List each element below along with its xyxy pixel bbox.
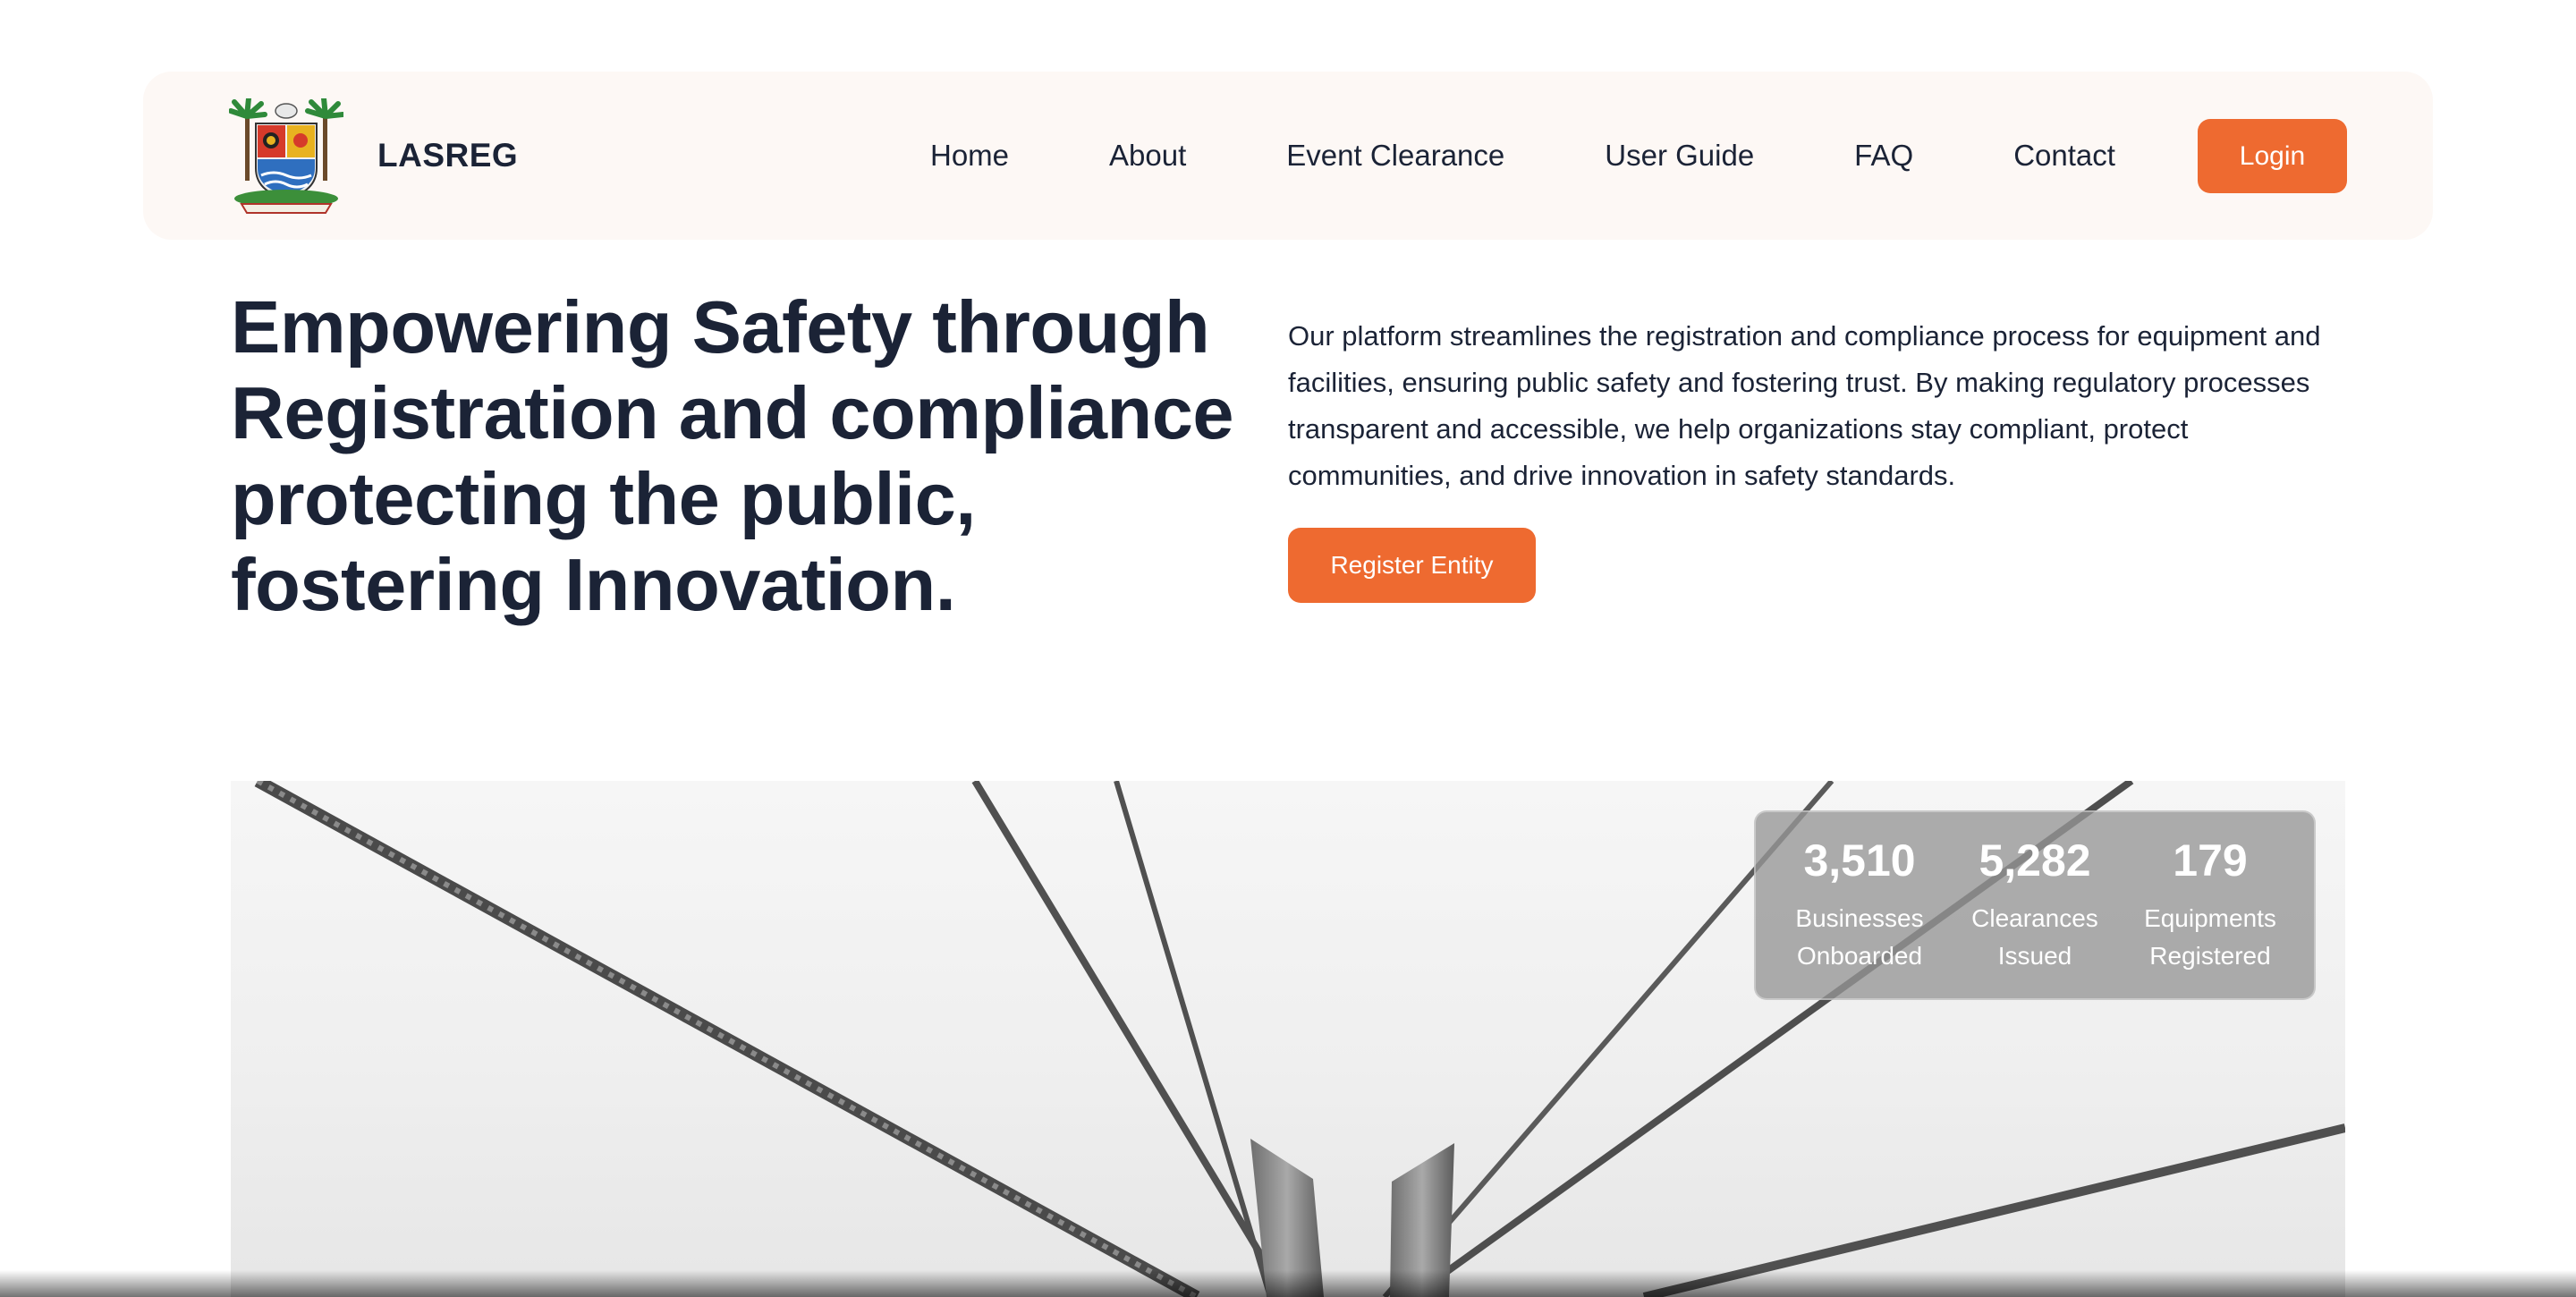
nav-link-event-clearance[interactable]: Event Clearance <box>1286 139 1504 173</box>
stat-value: 179 <box>2173 835 2248 886</box>
hero-description: Our platform streamlines the registratio… <box>1288 320 2321 491</box>
site-header: LASREG Home About Event Clearance User G… <box>143 72 2433 240</box>
brand-name[interactable]: LASREG <box>377 72 518 240</box>
stat-businesses-onboarded: 3,510 Businesses Onboarded <box>1775 812 1945 998</box>
window-bottom-shadow <box>0 1270 2576 1297</box>
nav-link-faq[interactable]: FAQ <box>1854 139 1913 173</box>
lagos-state-coat-of-arms-icon[interactable] <box>228 96 345 215</box>
hero-title: Empowering Safety through Registration a… <box>231 285 1234 626</box>
register-entity-button[interactable]: Register Entity <box>1288 528 1536 603</box>
nav-link-about[interactable]: About <box>1109 139 1186 173</box>
stat-label: Businesses Onboarded <box>1795 904 1924 970</box>
stat-label: Clearances Issued <box>1971 904 2098 970</box>
stats-card: 3,510 Businesses Onboarded 5,282 Clearan… <box>1754 810 2316 1000</box>
nav-link-home[interactable]: Home <box>930 139 1009 173</box>
main-nav: Home About Event Clearance User Guide FA… <box>930 72 2115 240</box>
stat-equipments-registered: 179 Equipments Registered <box>2125 812 2295 998</box>
nav-link-contact[interactable]: Contact <box>2013 139 2115 173</box>
stat-clearances-issued: 5,282 Clearances Issued <box>1950 812 2120 998</box>
hero-image-bridge-cables: 3,510 Businesses Onboarded 5,282 Clearan… <box>231 781 2345 1297</box>
login-button[interactable]: Login <box>2198 119 2347 193</box>
nav-link-user-guide[interactable]: User Guide <box>1605 139 1754 173</box>
stat-value: 5,282 <box>1979 835 2091 886</box>
stat-value: 3,510 <box>1803 835 1916 886</box>
stat-label: Equipments Registered <box>2144 904 2276 970</box>
